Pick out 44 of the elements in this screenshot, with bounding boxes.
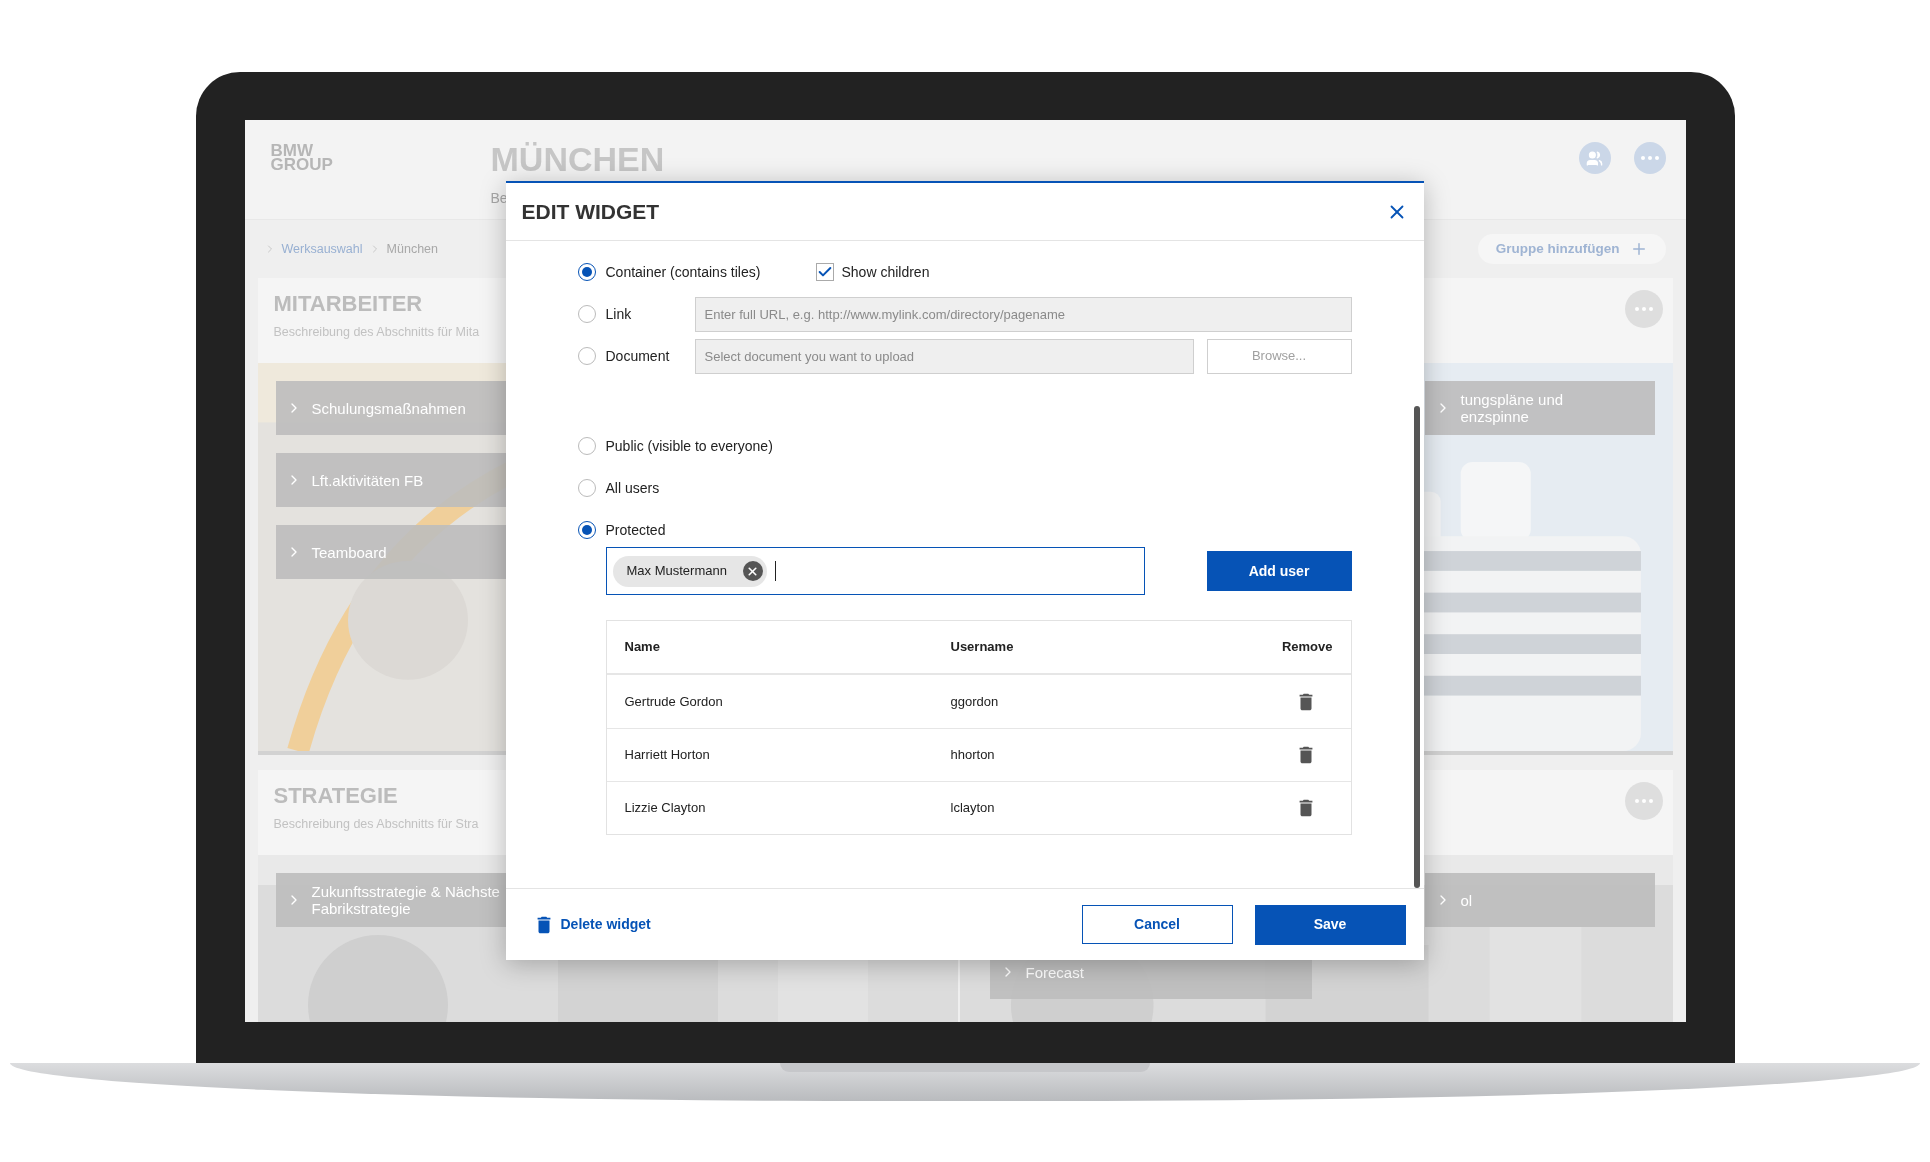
tile[interactable]: ol — [1424, 873, 1655, 927]
tile-label: Zukunftsstrategie & Nächste Fabrikstrategie — [311, 883, 500, 917]
tile-label: ol — [1460, 891, 1473, 909]
table-cell-text: ggordon — [950, 692, 999, 711]
table-cell-text: hhorton — [950, 746, 995, 765]
table-cell-text: Gertrude Gordon — [624, 692, 723, 711]
option-label: Link — [605, 304, 633, 324]
browse-button[interactable]: Browse... — [1206, 338, 1352, 374]
table-cell-text: lclayton — [950, 799, 995, 818]
save-button[interactable]: Save — [1254, 904, 1406, 945]
more-icon — [1640, 156, 1659, 160]
checkbox-label: Show children — [841, 262, 930, 282]
option-label: Public (visible to everyone) — [605, 436, 773, 456]
dialog-title: EDIT WIDGET — [521, 198, 660, 225]
option-label: All users — [605, 478, 660, 498]
logo: BMW GROUP — [270, 142, 334, 176]
text-cursor — [774, 561, 777, 581]
option-label: Container (contains tiles) — [605, 262, 762, 282]
tile-label: Schulungsmaßnahmen — [311, 399, 466, 417]
column-header: Username — [950, 638, 1015, 657]
more-icon — [1634, 307, 1653, 311]
tile-label: Teamboard — [311, 543, 387, 561]
page-subtitle: Be — [490, 189, 509, 208]
column-header: Remove — [1281, 638, 1333, 657]
add-group-button[interactable]: Gruppe hinzufügen — [1477, 234, 1666, 264]
people-icon — [1586, 149, 1603, 167]
cancel-button[interactable]: Cancel — [1081, 905, 1233, 944]
tile-label: tungspläne und enzspinne — [1460, 391, 1564, 425]
tile-label: Forecast — [1025, 963, 1084, 981]
tile[interactable]: tungspläne und enzspinne — [1424, 381, 1655, 435]
option-label: Document — [605, 346, 671, 366]
section-title: MITARBEITER — [273, 290, 424, 318]
breadcrumb-current: München — [386, 240, 438, 258]
remove-chip-icon[interactable] — [742, 561, 763, 581]
breadcrumb-link[interactable]: Werksauswahl — [281, 239, 363, 259]
tile-label: Lft.aktivitäten FB — [311, 471, 424, 489]
checkbox[interactable] — [815, 263, 834, 281]
column-header: Name — [624, 638, 661, 657]
more-icon — [1634, 799, 1653, 803]
user-field[interactable]: Max Mustermann — [605, 547, 1145, 595]
table-cell-text: Lizzie Clayton — [624, 799, 706, 818]
add-user-button[interactable]: Add user — [1206, 551, 1352, 591]
section-title: STRATEGIE — [273, 782, 399, 810]
table-cell-text: Harriett Horton — [624, 746, 710, 765]
